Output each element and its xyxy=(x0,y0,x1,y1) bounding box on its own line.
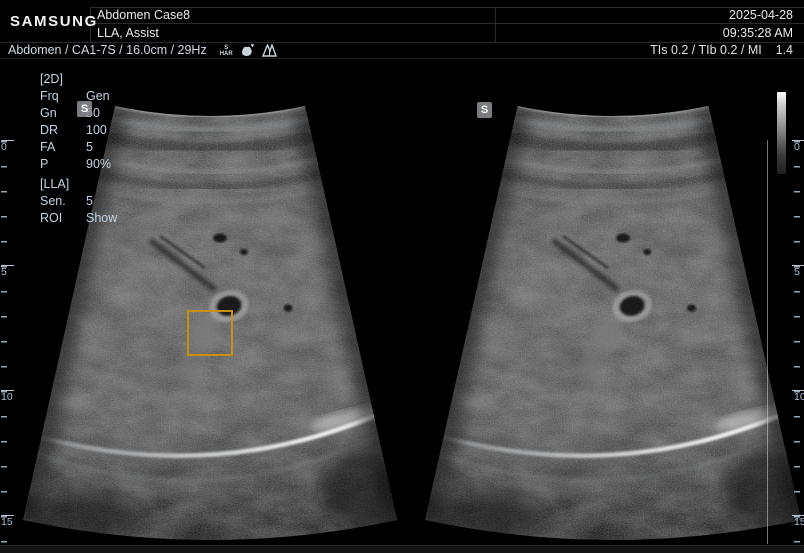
grayscale-bar xyxy=(777,92,786,174)
roi-box[interactable] xyxy=(187,310,233,356)
samsung-logo: SAMSUNG xyxy=(10,13,98,30)
param-label: FA xyxy=(40,140,56,154)
ruler-label: 5 xyxy=(1,265,14,278)
param-row: ROI Show xyxy=(40,210,117,227)
ruler-label: 0 xyxy=(1,140,14,153)
left-depth-ruler xyxy=(1,141,7,543)
filter-icon xyxy=(261,43,277,57)
divider xyxy=(495,7,496,42)
param-label: DR xyxy=(40,123,59,137)
param-value: 90% xyxy=(86,157,112,171)
preset-group-header: [LLA] xyxy=(40,177,70,191)
image-boundary-line xyxy=(767,140,768,544)
mode-header: [2D] xyxy=(40,72,63,86)
ruler-label: 10 xyxy=(1,390,14,403)
param-row: FA 5 xyxy=(40,139,117,156)
ruler-label: 15 xyxy=(1,515,14,528)
param-value: 5 xyxy=(86,140,93,154)
param-label: Sen. xyxy=(40,194,66,208)
param-row: DR 100 xyxy=(40,122,117,139)
ruler-label: 15 xyxy=(792,515,804,528)
param-value: 5 xyxy=(86,194,93,208)
orientation-marker-left[interactable]: S xyxy=(77,101,92,117)
divider xyxy=(90,7,804,8)
divider xyxy=(90,23,804,24)
ultrasound-screen: SAMSUNG Abdomen Case8 LLA, Assist 2025-0… xyxy=(0,0,804,553)
harmonic-icon-bottom: HAR xyxy=(219,50,233,57)
preset-probe-info: Abdomen / CA1-7S / 16.0cm / 29Hz xyxy=(8,43,207,57)
param-row: P 90% xyxy=(40,156,117,173)
param-row: Sen. 5 xyxy=(40,193,117,210)
param-value: Show xyxy=(86,211,118,225)
param-value: 100 xyxy=(86,123,107,137)
acoustic-output-indices: TIs 0.2 / TIb 0.2 / MI 1.4 xyxy=(650,43,793,57)
exam-info-row: Abdomen / CA1-7S / 16.0cm / 29Hz S HAR xyxy=(8,42,277,58)
param-label: ROI xyxy=(40,211,63,225)
status-icons: S HAR xyxy=(220,43,277,57)
system-date: 2025-04-28 xyxy=(729,8,793,22)
ruler-label: 5 xyxy=(792,265,804,278)
quickscan-icon xyxy=(241,43,254,56)
right-ultrasound-image[interactable] xyxy=(402,58,804,546)
ruler-label: 10 xyxy=(792,390,804,403)
right-ultrasound-panel[interactable] xyxy=(402,58,804,546)
parameter-panel: [2D] Frq Gen Gn 50 DR 100 FA 5 P 90% [LLA] Se… xyxy=(40,71,117,227)
right-depth-ruler xyxy=(794,141,800,543)
operator-name[interactable]: LLA, Assist xyxy=(97,24,159,42)
orientation-marker-right[interactable]: S xyxy=(477,102,492,118)
harmonic-icon: S HAR xyxy=(220,45,233,57)
param-label: P xyxy=(40,157,49,171)
patient-name[interactable]: Abdomen Case8 xyxy=(97,7,190,23)
bottom-bar xyxy=(0,545,804,553)
system-time: 09:35:28 AM xyxy=(722,26,793,40)
ruler-label: 0 xyxy=(792,140,804,153)
